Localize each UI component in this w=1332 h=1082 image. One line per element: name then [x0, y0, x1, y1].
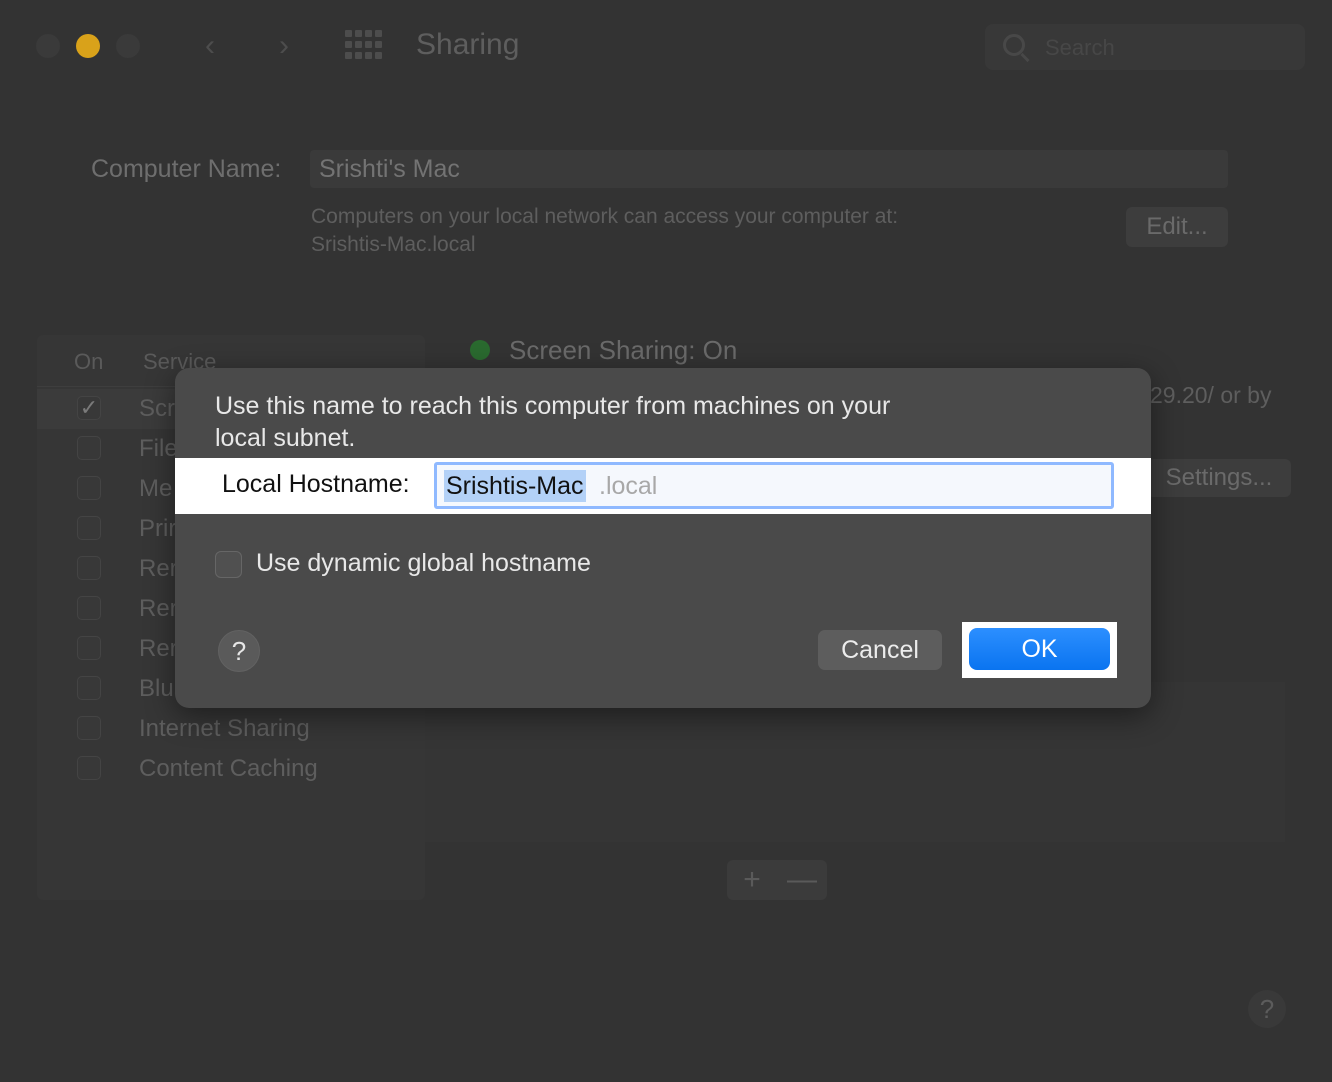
header-on: On [74, 349, 104, 374]
dynamic-hostname-checkbox[interactable] [215, 551, 242, 578]
service-checkbox[interactable] [77, 756, 101, 780]
search-input[interactable]: Search [985, 24, 1305, 70]
service-label: Prir [139, 515, 177, 542]
status-indicator-icon [470, 340, 490, 360]
local-hostname-dialog: Use this name to reach this computer fro… [175, 368, 1151, 708]
access-address-text: 29.20/ or by [1150, 382, 1272, 408]
edit-button[interactable]: Edit... [1126, 207, 1228, 247]
service-checkbox[interactable] [77, 636, 101, 660]
forward-button[interactable]: › [264, 26, 304, 66]
hostname-suffix: .local [599, 472, 658, 500]
description-line-2: Srishtis-Mac.local [311, 233, 476, 256]
dialog-help-button[interactable]: ? [218, 630, 260, 672]
description-line-1: Computers on your local network can acce… [311, 205, 899, 228]
dialog-message: Use this name to reach this computer fro… [215, 390, 995, 454]
hostname-highlight-bar: Local Hostname: Srishtis-Mac .local [175, 458, 1151, 514]
service-label: Rer [139, 555, 178, 582]
ok-button-highlight: OK [962, 622, 1117, 678]
service-label: Blu [139, 675, 174, 702]
service-label: Rer [139, 595, 178, 622]
computer-name-field[interactable]: Srishti's Mac [310, 150, 1228, 188]
zoom-window-button[interactable] [116, 34, 140, 58]
service-checkbox[interactable] [77, 516, 101, 540]
computer-name-value: Srishti's Mac [319, 155, 460, 183]
show-all-grid-icon[interactable] [345, 30, 385, 60]
add-user-button[interactable]: + [727, 862, 777, 898]
service-checkbox[interactable] [77, 476, 101, 500]
service-checkbox[interactable] [77, 596, 101, 620]
computer-name-label: Computer Name: [91, 155, 282, 183]
service-status-text: Screen Sharing: On [509, 335, 738, 365]
computer-name-description: Computers on your local network can acce… [311, 203, 898, 259]
service-label: Content Caching [139, 755, 318, 782]
dialog-message-line-1: Use this name to reach this computer fro… [215, 392, 891, 420]
service-row-internet-sharing[interactable]: Internet Sharing [37, 709, 425, 749]
remove-user-button[interactable]: — [777, 862, 827, 898]
service-label: Rer [139, 635, 178, 662]
title-bar: ‹ › Sharing Search [0, 0, 1332, 92]
service-label: Internet Sharing [139, 715, 310, 742]
service-checkbox[interactable] [77, 716, 101, 740]
add-remove-bar: + — [727, 860, 827, 900]
cancel-button[interactable]: Cancel [818, 630, 942, 670]
minimize-window-button[interactable] [76, 34, 100, 58]
window-help-button[interactable]: ? [1248, 990, 1286, 1028]
dialog-message-line-2: local subnet. [215, 424, 356, 452]
hostname-selected-text: Srishtis-Mac [444, 470, 586, 502]
close-window-button[interactable] [36, 34, 60, 58]
local-hostname-input[interactable]: Srishtis-Mac .local [434, 462, 1114, 509]
search-placeholder: Search [1045, 35, 1115, 60]
service-checkbox[interactable] [77, 436, 101, 460]
window-title: Sharing [416, 28, 520, 61]
service-checkbox[interactable]: ✓ [77, 396, 101, 420]
local-hostname-label: Local Hostname: [222, 470, 410, 498]
service-checkbox[interactable] [77, 556, 101, 580]
service-label: Scr [139, 395, 175, 422]
dynamic-hostname-label[interactable]: Use dynamic global hostname [256, 549, 591, 578]
service-checkbox[interactable] [77, 676, 101, 700]
computer-settings-button[interactable]: Settings... [1147, 459, 1291, 497]
service-label: Me [139, 475, 173, 502]
back-button[interactable]: ‹ [190, 26, 230, 66]
search-icon [1003, 34, 1025, 56]
service-label: File [139, 435, 178, 462]
service-row-content-caching[interactable]: Content Caching [37, 749, 425, 789]
ok-button[interactable]: OK [969, 628, 1110, 670]
